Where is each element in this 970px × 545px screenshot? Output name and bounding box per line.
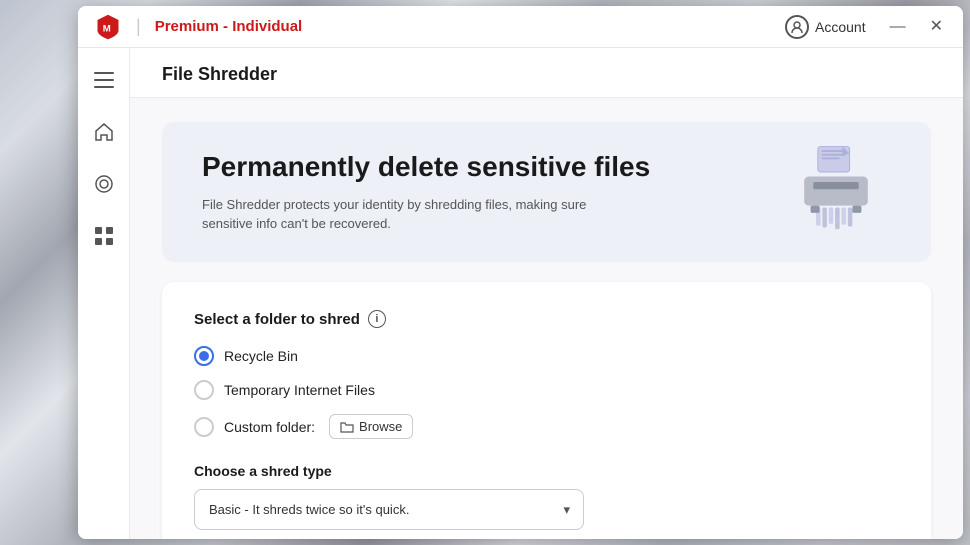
radio-outer-recycle: [194, 346, 214, 366]
account-button[interactable]: Account: [785, 15, 866, 39]
sidebar-apps-icon[interactable]: [88, 220, 120, 252]
shred-type-select[interactable]: Basic - It shreds twice so it's quick. S…: [194, 489, 584, 530]
mcafee-logo-icon: M: [94, 13, 122, 41]
brand-area: M | Premium - Individual: [94, 13, 302, 41]
radio-label-custom: Custom folder:: [224, 419, 315, 435]
browse-label: Browse: [359, 419, 402, 434]
hero-heading: Permanently delete sensitive files: [202, 151, 650, 183]
radio-option-custom[interactable]: Custom folder: Browse: [194, 414, 899, 439]
page-title-bar: File Shredder: [130, 48, 963, 98]
hero-banner: Permanently delete sensitive files File …: [162, 122, 931, 262]
page-title: File Shredder: [162, 64, 277, 84]
main-window: M | Premium - Individual Account — ✕: [78, 6, 963, 539]
account-icon: [785, 15, 809, 39]
sidebar-home-icon[interactable]: [88, 116, 120, 148]
shred-type-select-wrapper: Basic - It shreds twice so it's quick. S…: [194, 489, 584, 530]
close-button[interactable]: ✕: [926, 17, 947, 37]
folder-radio-group: Recycle Bin Temporary Internet Files Cus…: [194, 346, 899, 439]
sidebar: [78, 48, 130, 539]
shredder-illustration: [781, 137, 891, 247]
sidebar-menu-icon[interactable]: [88, 64, 120, 96]
window-controls: — ✕: [886, 17, 947, 37]
minimize-button[interactable]: —: [886, 17, 910, 37]
account-label: Account: [815, 19, 866, 35]
sidebar-protection-icon[interactable]: [88, 168, 120, 200]
select-folder-section-title: Select a folder to shred i: [194, 310, 899, 328]
radio-outer-custom: [194, 417, 214, 437]
window-body: File Shredder Permanently delete sensiti…: [78, 48, 963, 539]
radio-option-temp[interactable]: Temporary Internet Files: [194, 380, 899, 400]
shred-type-label: Choose a shred type: [194, 463, 899, 479]
browse-button[interactable]: Browse: [329, 414, 413, 439]
titlebar: M | Premium - Individual Account — ✕: [78, 6, 963, 48]
radio-option-recycle[interactable]: Recycle Bin: [194, 346, 899, 366]
radio-label-recycle: Recycle Bin: [224, 348, 298, 364]
folder-icon: [340, 420, 354, 434]
brand-separator: |: [136, 16, 141, 37]
radio-inner-recycle: [199, 351, 209, 361]
form-card: Select a folder to shred i Recycle Bin: [162, 282, 931, 539]
brand-name: Premium - Individual: [155, 18, 303, 35]
info-icon[interactable]: i: [368, 310, 386, 328]
svg-text:M: M: [103, 23, 111, 34]
radio-outer-temp: [194, 380, 214, 400]
radio-label-temp: Temporary Internet Files: [224, 382, 375, 398]
hero-text: Permanently delete sensitive files File …: [202, 151, 650, 234]
hero-description: File Shredder protects your identity by …: [202, 195, 622, 234]
main-content: File Shredder Permanently delete sensiti…: [130, 48, 963, 539]
select-folder-label: Select a folder to shred: [194, 311, 360, 328]
